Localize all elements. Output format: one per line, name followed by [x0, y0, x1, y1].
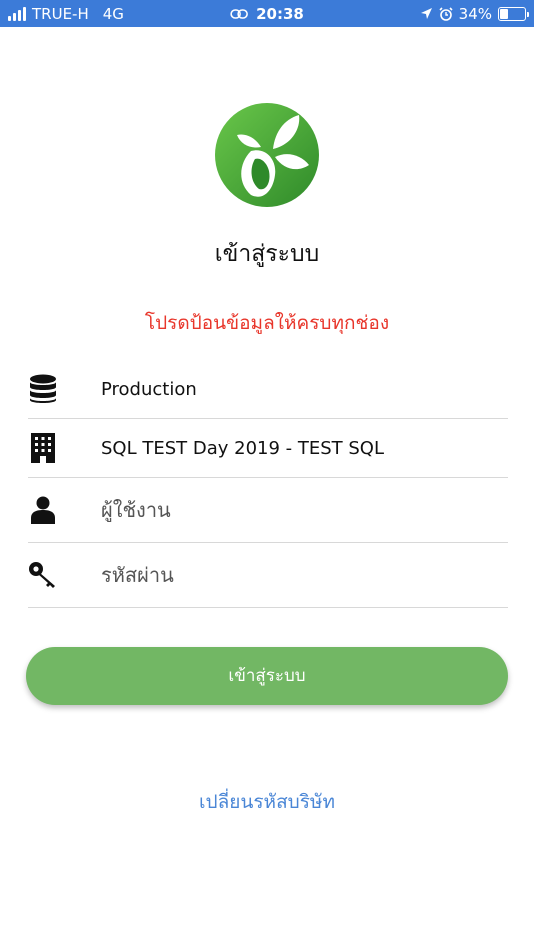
network-type: 4G — [102, 4, 124, 23]
company-value: SQL TEST Day 2019 - TEST SQL — [101, 437, 384, 459]
leaf-logo — [215, 103, 319, 207]
building-icon — [28, 433, 58, 463]
status-right: 34% — [420, 4, 529, 23]
change-company-link[interactable]: เปลี่ยนรหัสบริษัท — [0, 787, 534, 817]
battery-percent: 34% — [458, 4, 492, 23]
error-message: โปรดป้อนข้อมูลให้ครบทุกช่อง — [144, 312, 390, 334]
key-icon — [28, 560, 58, 590]
user-icon — [28, 495, 58, 525]
password-row[interactable] — [28, 543, 508, 608]
page-title: เข้าสู่ระบบ — [214, 241, 320, 267]
password-input[interactable] — [101, 563, 481, 587]
link-icon — [230, 8, 248, 19]
company-row[interactable]: SQL TEST Day 2019 - TEST SQL — [28, 419, 508, 478]
signal-icon — [8, 6, 26, 21]
username-row[interactable] — [28, 478, 508, 543]
database-icon — [28, 374, 58, 404]
database-row[interactable]: Production — [28, 360, 508, 419]
alarm-icon — [439, 6, 453, 21]
status-bar: TRUE-H 4G 20:38 34% — [0, 0, 534, 27]
status-left: TRUE-H 4G — [8, 5, 124, 23]
battery-level — [500, 8, 509, 19]
database-value: Production — [101, 378, 197, 400]
battery-charging-icon — [498, 6, 529, 21]
login-button[interactable]: เข้าสู่ระบบ — [26, 647, 508, 705]
location-arrow-icon — [420, 8, 432, 19]
carrier-name: TRUE-H — [32, 4, 89, 23]
clock: 20:38 — [256, 4, 304, 23]
username-input[interactable] — [101, 498, 481, 522]
status-center: 20:38 — [230, 5, 304, 23]
